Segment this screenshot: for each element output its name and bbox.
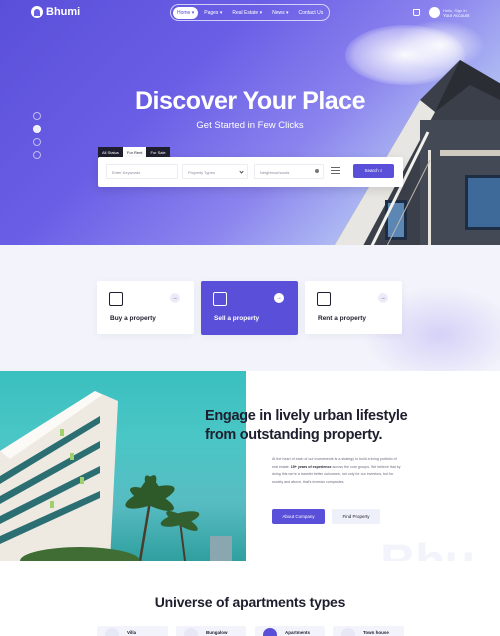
cart-icon[interactable] [413, 9, 420, 16]
type-apartments[interactable]: Apartments [255, 626, 325, 636]
bungalow-icon [184, 628, 198, 636]
menu-item-pages[interactable]: Pages ▾ [200, 7, 226, 19]
menu-item-contact[interactable]: Contact Us [295, 7, 328, 19]
rent-property-label: Rent a property [318, 315, 367, 322]
type-villa[interactable]: Villa [97, 626, 168, 636]
arrow-right-icon[interactable]: → [274, 293, 284, 303]
key-icon [317, 292, 331, 306]
property-type-select[interactable]: Property Types [182, 164, 248, 179]
menu-item-news[interactable]: News ▾ [268, 7, 292, 19]
property-search-form: Enter Keywords Property Types Neighbourh… [98, 157, 403, 187]
arrow-right-icon[interactable]: → [378, 293, 388, 303]
villa-icon [105, 628, 119, 636]
about-company-button[interactable]: About Company [272, 509, 325, 524]
engage-heading: Engage in lively urban lifestyle from ou… [205, 408, 408, 443]
hero-title: Discover Your Place [135, 87, 365, 115]
menu-item-real-estate[interactable]: Real Estate ▾ [228, 7, 266, 19]
brand-logo[interactable]: Bhumi [31, 6, 80, 18]
account-label: Your Account [443, 12, 470, 18]
buy-property-card[interactable]: → Buy a property [97, 281, 194, 334]
top-navigation: Bhumi Home ▾ Pages ▾ Real Estate ▾ News … [0, 0, 500, 26]
filter-icon[interactable] [331, 166, 340, 175]
neighbourhood-input[interactable]: Neighbourhoods [254, 164, 324, 179]
rent-property-card[interactable]: → Rent a property [305, 281, 402, 334]
user-icon [429, 7, 440, 18]
menu-item-home[interactable]: Home ▾ [173, 6, 199, 19]
hero-subtitle: Get Started in Few Clicks [196, 120, 304, 131]
chevron-down-icon [239, 169, 244, 174]
property-actions-section: → Buy a property → Sell a property → Ren… [0, 245, 500, 371]
town-house-icon [341, 628, 355, 636]
social-icon-4[interactable] [33, 151, 41, 159]
account-greeting: Hello, Sign in [443, 7, 467, 13]
tower-photo [0, 371, 246, 561]
apartment-types-list: Villa Bungalow Apartments Town house [0, 626, 500, 636]
find-property-button[interactable]: Find Property [332, 509, 380, 524]
search-button[interactable]: Search ⌕ [353, 164, 394, 178]
building-icon [213, 292, 227, 306]
apartment-types-title: Universe of apartments types [154, 594, 346, 610]
social-icon-3[interactable] [33, 138, 41, 146]
engage-paragraph: At the heart of each of our investments … [272, 457, 401, 484]
hero-building-image [334, 60, 500, 245]
tower-and-palms-image [0, 391, 232, 561]
type-town-house[interactable]: Town house [333, 626, 404, 636]
keyword-input[interactable]: Enter Keywords [106, 164, 178, 179]
location-pin-icon [315, 169, 319, 173]
logo-icon [31, 6, 43, 18]
arrow-right-icon[interactable]: → [170, 293, 180, 303]
nav-actions: Hello, Sign in Your Account [413, 7, 469, 18]
apartments-icon [263, 628, 277, 636]
buy-property-label: Buy a property [110, 315, 156, 322]
brand-name: Bhumi [46, 6, 81, 18]
engage-section: Bhu Engage in lively urban lifestyle fro… [0, 371, 500, 561]
hero-section: Bhumi Home ▾ Pages ▾ Real Estate ▾ News … [0, 0, 500, 245]
house-icon [109, 292, 123, 306]
watermark-text: Bhu [380, 533, 475, 561]
account-link[interactable]: Hello, Sign in Your Account [429, 7, 469, 18]
type-bungalow[interactable]: Bungalow [176, 626, 246, 636]
main-menu: Home ▾ Pages ▾ Real Estate ▾ News ▾ Cont… [170, 4, 331, 21]
sell-property-label: Sell a property [214, 315, 260, 322]
sell-property-card[interactable]: → Sell a property [201, 281, 298, 335]
